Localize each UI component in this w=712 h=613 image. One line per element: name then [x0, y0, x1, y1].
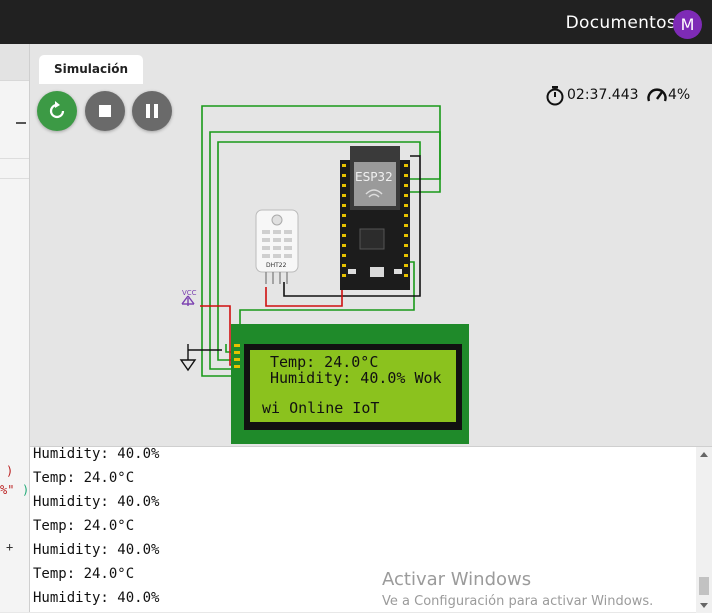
vcc-label: VCC — [182, 289, 197, 297]
windows-activation-subtitle: Ve a Configuración para activar Windows. — [382, 594, 654, 609]
serial-line: Humidity: 40.0% — [33, 494, 160, 510]
serial-line: Humidity: 40.0% — [33, 590, 160, 606]
editor-code-fragment: ) — [22, 483, 30, 497]
editor-fold-mark — [16, 122, 26, 124]
esp32-board: ESP32 — [340, 146, 410, 290]
top-bar: Documentos M — [0, 0, 712, 44]
ground-symbol — [179, 344, 197, 372]
serial-scrollbar[interactable] — [696, 447, 712, 613]
editor-header — [0, 44, 29, 81]
serial-line: Temp: 24.0°C — [33, 566, 135, 582]
serial-line: Humidity: 40.0% — [33, 446, 160, 462]
scrollbar-thumb[interactable] — [699, 577, 709, 595]
documents-link[interactable]: Documentos — [566, 13, 676, 33]
windows-activation-title: Activar Windows — [382, 569, 532, 590]
simulation-canvas[interactable]: Simulación 02:37.443 4% VCC DHT22 ESP32 … — [30, 44, 712, 446]
esp32-label: ESP32 — [355, 170, 393, 184]
vcc-symbol: VCC — [181, 289, 197, 306]
editor-code-fragment: + — [6, 540, 14, 554]
lcd-line-4: wi Online IoT — [262, 399, 380, 417]
editor-code-fragment: %" — [0, 483, 15, 497]
scroll-down-arrow-icon[interactable] — [696, 597, 712, 613]
dht22-sensor: DHT22 — [255, 209, 299, 284]
serial-line: Temp: 24.0°C — [33, 518, 135, 534]
scroll-up-arrow-icon[interactable] — [696, 447, 712, 463]
editor-line-divider — [0, 178, 29, 179]
lcd-line-2: Humidity: 40.0% Wok — [270, 369, 442, 387]
editor-line-divider — [0, 158, 29, 159]
code-editor-strip[interactable]: ) %" ) + — [0, 44, 30, 612]
user-avatar[interactable]: M — [673, 10, 702, 39]
serial-line: Temp: 24.0°C — [33, 470, 135, 486]
dht22-label: DHT22 — [266, 262, 287, 269]
serial-line: Humidity: 40.0% — [33, 542, 160, 558]
serial-monitor[interactable]: Humidity: 40.0% Temp: 24.0°C Humidity: 4… — [30, 446, 712, 613]
editor-code-fragment: ) — [6, 464, 14, 478]
